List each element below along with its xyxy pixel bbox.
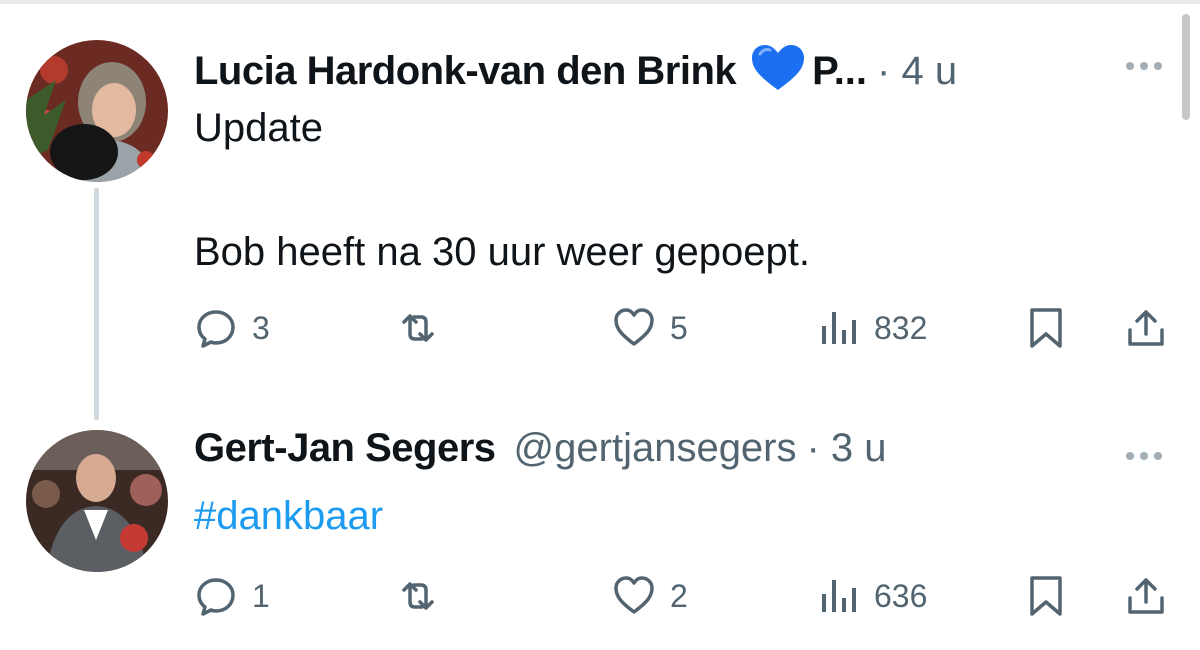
tweet-timestamp[interactable]: · 4 u [877,49,957,94]
like-button[interactable]: 2 [612,574,688,618]
reply-count: 1 [252,577,270,614]
dot-icon [1126,452,1134,460]
bookmark-icon [1030,576,1062,616]
top-divider [0,0,1200,4]
views-button[interactable]: 832 [816,306,927,350]
retweet-icon [402,582,434,610]
heart-icon [614,576,654,614]
bookmark-button[interactable] [1024,574,1068,618]
views-button[interactable]: 636 [816,574,927,618]
thread-connector-line [94,188,99,420]
author-handle[interactable]: @gertjansegers [514,426,797,471]
views-chart-icon [822,312,856,344]
reply-count: 3 [252,309,270,346]
views-count: 832 [874,309,928,346]
share-icon [1128,578,1164,614]
author-name[interactable]: Lucia Hardonk-van den Brink [194,49,737,94]
more-options-button[interactable] [1126,452,1162,460]
dot-icon [1126,62,1134,70]
more-options-button[interactable] [1126,62,1162,70]
reply-icon [197,578,235,616]
views-count: 636 [874,577,928,614]
scrollbar[interactable] [1182,14,1190,120]
bookmark-button[interactable] [1024,306,1068,350]
avatar-photo-icon [26,40,168,182]
retweet-icon [402,314,434,342]
retweet-button[interactable] [396,306,440,350]
hashtag-link[interactable]: #dankbaar [194,488,383,544]
like-count: 5 [670,309,688,346]
share-button[interactable] [1124,574,1168,618]
tweet-timestamp[interactable]: · 3 u [807,426,887,471]
reply-button[interactable]: 3 [194,306,270,350]
retweet-button[interactable] [396,574,440,618]
share-button[interactable] [1124,306,1168,350]
bookmark-icon [1030,308,1062,348]
blue-heart-icon [750,44,806,92]
avatar[interactable] [26,430,168,572]
reply-button[interactable]: 1 [194,574,270,618]
tweet-header: Gert-Jan Segers @gertjansegers · 3 u [194,426,887,482]
dot-icon [1154,62,1162,70]
dot-icon [1140,62,1148,70]
like-button[interactable]: 5 [612,306,688,350]
avatar[interactable] [26,40,168,182]
tweet-header: Lucia Hardonk-van den Brink P... · 4 u [194,36,957,94]
heart-icon [614,308,654,346]
author-name[interactable]: Gert-Jan Segers [194,426,496,471]
truncated-display-text[interactable]: P... [812,49,867,94]
views-chart-icon [822,580,856,612]
tweet-text-line: Update [194,106,323,150]
dot-icon [1140,452,1148,460]
share-icon [1128,310,1164,346]
like-count: 2 [670,577,688,614]
reply-icon [197,310,235,348]
dot-icon [1154,452,1162,460]
avatar-photo-icon [26,430,168,572]
tweet-text-line: Bob heeft na 30 uur weer gepoept. [194,230,811,274]
